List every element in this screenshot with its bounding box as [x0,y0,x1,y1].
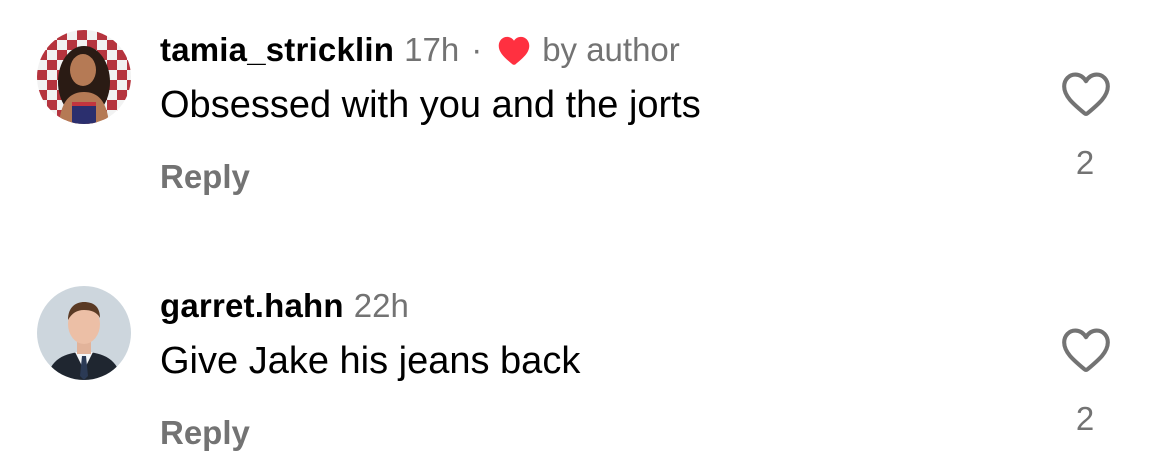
comment-item: tamia_stricklin 17h · by author Obsessed… [0,0,1170,220]
heart-outline-icon [1062,72,1110,116]
heart-filled-icon [496,34,532,66]
username[interactable]: garret.hahn [160,287,344,325]
username[interactable]: tamia_stricklin [160,31,394,69]
like-count: 2 [1075,144,1095,181]
comment-header: tamia_stricklin 17h · by author [160,30,680,70]
reply-button[interactable]: Reply [160,158,250,196]
avatar[interactable] [37,30,131,124]
like-count: 2 [1075,400,1095,437]
like-button[interactable] [1058,324,1114,374]
comment-item: garret.hahn 22h Give Jake his jeans back… [0,256,1170,476]
separator: · [471,31,483,68]
comment-text: Give Jake his jeans back [160,340,581,382]
comment-text: Obsessed with you and the jorts [160,84,701,126]
like-button[interactable] [1058,68,1114,118]
author-badge: by author [542,31,680,68]
avatar[interactable] [37,286,131,380]
reply-button[interactable]: Reply [160,414,250,452]
heart-outline-icon [1062,328,1110,372]
timestamp: 22h [353,287,409,324]
avatar-image [37,30,131,124]
comment-header: garret.hahn 22h [160,286,409,326]
timestamp: 17h [404,31,460,68]
avatar-image [37,286,131,380]
